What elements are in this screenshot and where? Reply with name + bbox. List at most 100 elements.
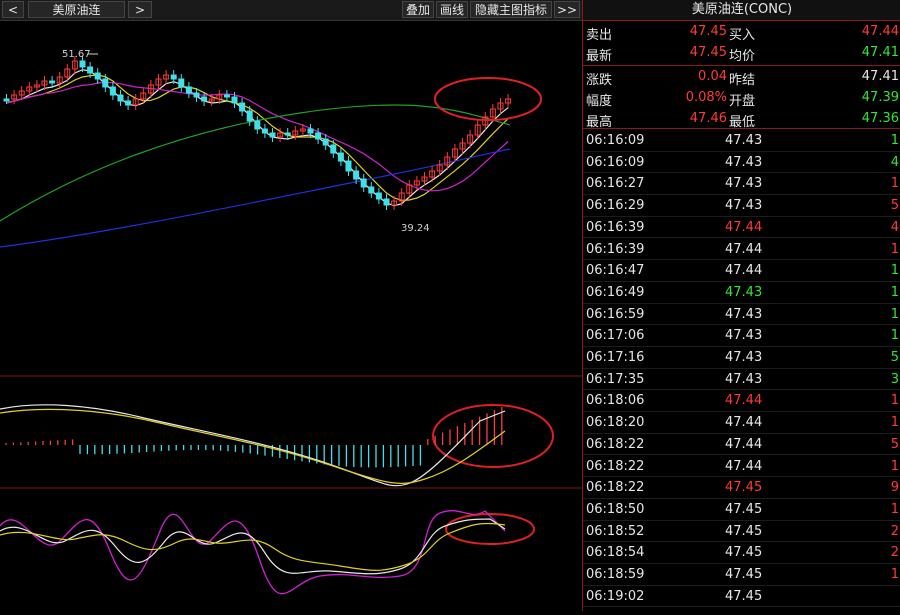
tick-row[interactable]: 06:18:54 47.45 2 [583, 542, 900, 564]
prev-symbol-button[interactable]: < [2, 1, 24, 18]
tick-row[interactable]: 06:18:06 47.44 1 [583, 390, 900, 413]
tick-row[interactable]: 06:16:47 47.44 1 [583, 260, 900, 282]
overlay-button[interactable]: 叠加 [402, 1, 434, 18]
quote-value: 47.39 [861, 90, 899, 105]
tick-volume: 1 [890, 284, 899, 300]
kline-chart-area[interactable]: 51.67 39.24 [0, 21, 582, 611]
tick-volume: 1 [890, 393, 899, 409]
quote-label: 均价 [729, 49, 756, 64]
tick-row[interactable]: 06:18:50 47.45 1 [583, 499, 900, 521]
kdj-d-line [0, 522, 506, 571]
tick-time: 06:18:22 [586, 480, 645, 496]
quote-value: 47.41 [861, 69, 899, 84]
quote-value: 47.41 [861, 45, 899, 60]
candle-body [368, 186, 375, 194]
tick-volume: 4 [890, 219, 899, 235]
tick-row[interactable]: 06:18:52 47.45 2 [583, 521, 900, 543]
moving-average-lines [0, 69, 511, 248]
tick-time: 06:19:02 [586, 588, 645, 604]
hide-main-indicator-button[interactable]: 隐藏主图指标 [470, 1, 552, 18]
tick-price: 47.45 [725, 588, 763, 604]
tick-price: 47.45 [725, 545, 763, 561]
tick-time: 06:17:16 [586, 350, 645, 365]
tick-volume: 2 [890, 545, 899, 561]
tick-price: 47.44 [725, 241, 763, 257]
quote-value: 47.36 [861, 111, 899, 126]
quote-row: 最新 47.45 均价 47.41 [583, 43, 900, 64]
tick-price: 47.45 [725, 523, 763, 539]
macd-histogram [5, 407, 503, 468]
quote-row: 涨跌 0.04 昨结 47.41 [583, 67, 900, 88]
tick-row[interactable]: 06:16:29 47.43 5 [583, 195, 900, 217]
candle-body [49, 80, 56, 84]
tick-price: 47.44 [725, 393, 763, 409]
macd-lines [0, 404, 506, 487]
candle-body [109, 86, 116, 96]
tick-price: 47.43 [725, 350, 763, 365]
ma-line [0, 148, 511, 248]
quote-value: 47.46 [689, 111, 727, 126]
tick-row[interactable]: 06:18:59 47.45 1 [583, 564, 900, 586]
candle-body [201, 96, 208, 102]
tick-row[interactable]: 06:16:27 47.43 1 [583, 173, 900, 196]
tick-price: 47.45 [725, 480, 763, 496]
draw-line-button[interactable]: 画线 [436, 1, 468, 18]
candle-body [87, 66, 94, 74]
candle-body [261, 128, 268, 134]
tick-row[interactable]: 06:16:09 47.43 4 [583, 152, 900, 174]
tick-price: 47.43 [725, 198, 763, 214]
tick-volume: 1 [890, 241, 899, 257]
tick-row[interactable]: 06:18:20 47.44 1 [583, 412, 900, 434]
candle-body [178, 78, 185, 88]
candle-body [94, 72, 101, 80]
tick-price: 47.44 [725, 219, 763, 235]
candle-body [239, 102, 246, 112]
candle-body [307, 128, 314, 134]
more-button[interactable]: >> [554, 1, 580, 18]
quote-label: 涨跌 [586, 73, 613, 88]
tick-time: 06:16:27 [586, 176, 645, 192]
candle-body [254, 120, 261, 130]
tick-price: 47.44 [725, 415, 763, 431]
tick-volume: 2 [890, 523, 899, 539]
candle-body [315, 132, 322, 140]
quote-label: 卖出 [586, 28, 613, 43]
tick-time: 06:17:35 [586, 371, 645, 387]
quote-value: 47.45 [689, 45, 727, 60]
next-symbol-button[interactable]: > [128, 1, 152, 18]
tick-row[interactable]: 06:16:49 47.43 1 [583, 282, 900, 304]
tick-row[interactable]: 06:19:02 47.45 [583, 586, 900, 608]
candle-body [330, 144, 337, 154]
tick-row[interactable]: 06:18:22 47.44 1 [583, 456, 900, 478]
chart-svg: 51.67 39.24 [0, 49, 582, 595]
tick-row[interactable]: 06:16:39 47.44 4 [583, 217, 900, 239]
tick-row[interactable]: 06:16:59 47.43 1 [583, 304, 900, 326]
tick-row[interactable]: 06:17:16 47.43 5 [583, 347, 900, 369]
kdj-j-line [0, 510, 506, 595]
quote-panel: 美原油连(CONC) 卖出 47.45 买入 47.44 最新 47.45 均价 47.41 涨… [582, 0, 900, 611]
tick-price: 47.45 [725, 501, 763, 517]
tick-volume: 1 [890, 328, 899, 344]
tick-time: 06:18:20 [586, 415, 645, 431]
tick-price: 47.43 [725, 133, 763, 148]
tick-row[interactable]: 06:17:35 47.43 3 [583, 369, 900, 391]
tick-row[interactable]: 06:17:06 47.43 1 [583, 325, 900, 347]
tick-time: 06:18:59 [586, 567, 645, 582]
tick-row[interactable]: 06:18:22 47.44 5 [583, 434, 900, 456]
candle-body [284, 132, 291, 136]
tick-time: 06:16:09 [586, 133, 645, 148]
tick-volume: 5 [890, 436, 899, 452]
candle-body [193, 92, 200, 98]
tick-volume: 5 [890, 198, 899, 214]
tick-row[interactable]: 06:16:39 47.44 1 [583, 239, 900, 261]
quote-value: 47.44 [861, 24, 899, 39]
tick-volume: 1 [890, 263, 899, 279]
tick-volume: 1 [890, 415, 899, 431]
tick-row[interactable]: 06:16:09 47.43 1 [583, 130, 900, 152]
tick-time: 06:18:22 [586, 436, 645, 452]
tick-volume: 1 [890, 306, 899, 322]
tick-row[interactable]: 06:18:22 47.45 9 [583, 477, 900, 499]
symbol-tab[interactable]: 美原油连 [28, 1, 125, 18]
candle-body [125, 100, 132, 106]
candle-body [170, 74, 177, 80]
